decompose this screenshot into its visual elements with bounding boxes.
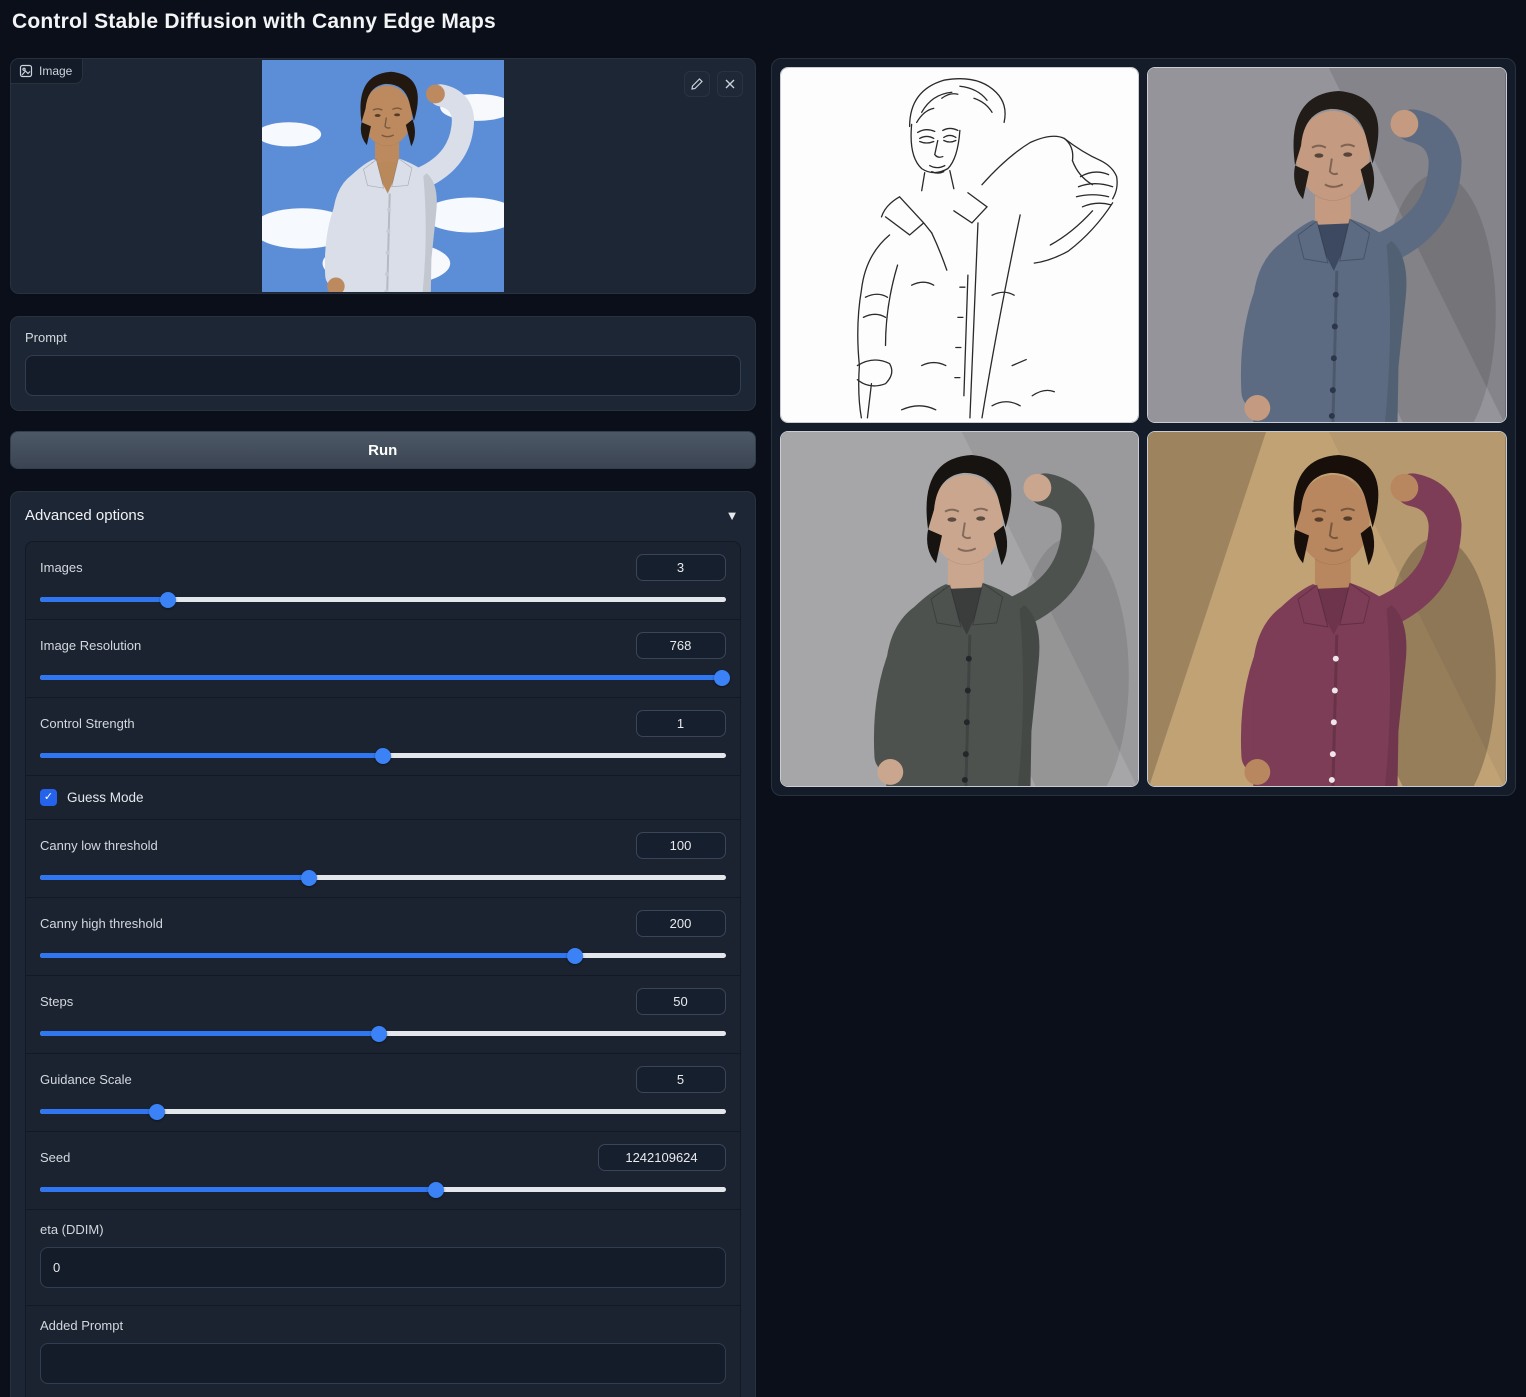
chevron-down-icon: ▼ [725,508,739,523]
results-column [770,58,1516,796]
added-prompt-label: Added Prompt [40,1318,124,1333]
gallery-item-canny-edge-map[interactable] [779,67,1140,423]
eta-row: eta (DDIM) [26,1210,740,1306]
guess-mode-row: ✓ Guess Mode [26,776,740,820]
slider-row-images: Images [26,542,740,620]
edit-image-button[interactable] [683,71,710,97]
slider-label: Images [40,560,83,575]
seed-slider[interactable] [40,1181,726,1198]
slider-row-canny-low: Canny low threshold [26,820,740,898]
canny-high-number-input[interactable] [635,910,726,937]
control-strength-slider[interactable] [40,747,726,764]
slider-handle[interactable] [374,747,391,764]
slider-handle[interactable] [566,947,583,964]
accordion-title: Advanced options [25,507,145,524]
slider-handle[interactable] [148,1103,165,1120]
gallery-item-generated-2[interactable] [779,431,1140,787]
uploaded-image-illustration [261,60,504,292]
slider-label: Canny high threshold [40,916,163,931]
seed-number-input[interactable] [597,1144,726,1171]
prompt-input[interactable] [25,355,741,396]
added-prompt-row: Added Prompt [26,1306,740,1397]
slider-label: Guidance Scale [40,1072,132,1087]
slider-handle[interactable] [300,869,317,886]
eta-input[interactable] [40,1247,726,1288]
generated-image-2-illustration [780,432,1139,786]
generated-image-3-illustration [1148,432,1506,786]
images-slider[interactable] [40,591,726,608]
eta-label: eta (DDIM) [40,1222,104,1237]
accordion-header[interactable]: Advanced options ▼ [11,492,755,538]
slider-label: Image Resolution [40,638,142,653]
prompt-block: Prompt [10,316,756,411]
slider-label: Control Strength [40,716,135,731]
canny-high-slider[interactable] [40,947,726,964]
steps-slider[interactable] [40,1025,726,1042]
guess-mode-label: Guess Mode [67,790,144,805]
slider-handle[interactable] [160,591,177,608]
canny-edge-map-illustration [780,68,1139,422]
app-root: Control Stable Diffusion with Canny Edge… [0,0,1526,1397]
guess-mode-checkbox[interactable]: ✓ [40,789,57,806]
image-icon [19,64,33,78]
slider-row-image-resolution: Image Resolution [26,620,740,698]
controls-column: Image Prompt Run Advanced options ▼ Imag… [10,58,756,1397]
slider-row-control-strength: Control Strength [26,698,740,776]
clear-image-button[interactable] [716,71,743,97]
slider-row-seed: Seed [26,1132,740,1210]
page-title: Control Stable Diffusion with Canny Edge… [12,10,496,33]
images-number-input[interactable] [635,554,726,581]
image-resolution-slider[interactable] [40,669,731,686]
steps-number-input[interactable] [635,988,726,1015]
slider-label: Steps [40,994,74,1009]
slider-handle[interactable] [714,669,731,686]
slider-handle[interactable] [371,1025,388,1042]
generated-image-1-illustration [1148,68,1506,422]
slider-handle[interactable] [428,1181,445,1198]
gallery-item-generated-1[interactable] [1147,67,1507,423]
output-gallery [770,58,1516,796]
slider-label: Seed [40,1150,71,1165]
uploaded-image[interactable] [261,60,504,292]
image-label-text: Image [39,64,73,78]
input-image-block: Image [10,58,756,294]
slider-row-guidance-scale: Guidance Scale [26,1054,740,1132]
advanced-form: Images Image Resolution [25,541,741,1397]
canny-low-slider[interactable] [40,869,726,886]
added-prompt-input[interactable] [40,1343,726,1384]
guidance-scale-number-input[interactable] [635,1066,726,1093]
advanced-options-accordion: Advanced options ▼ Images 3 Image Resolu… [10,491,756,1397]
control-strength-number-input[interactable] [635,710,726,737]
image-label: Image [11,59,84,84]
pencil-icon [690,78,703,90]
check-icon: ✓ [43,791,54,803]
run-button[interactable]: Run [10,431,756,469]
guidance-scale-slider[interactable] [40,1103,726,1120]
gallery-item-generated-3[interactable] [1147,431,1507,787]
canny-low-number-input[interactable] [635,832,726,859]
image-resolution-number-input[interactable] [635,632,726,659]
slider-row-canny-high: Canny high threshold [26,898,740,976]
close-icon [725,79,734,89]
prompt-label: Prompt [25,330,67,345]
slider-label: Canny low threshold [40,838,158,853]
slider-row-steps: Steps [26,976,740,1054]
